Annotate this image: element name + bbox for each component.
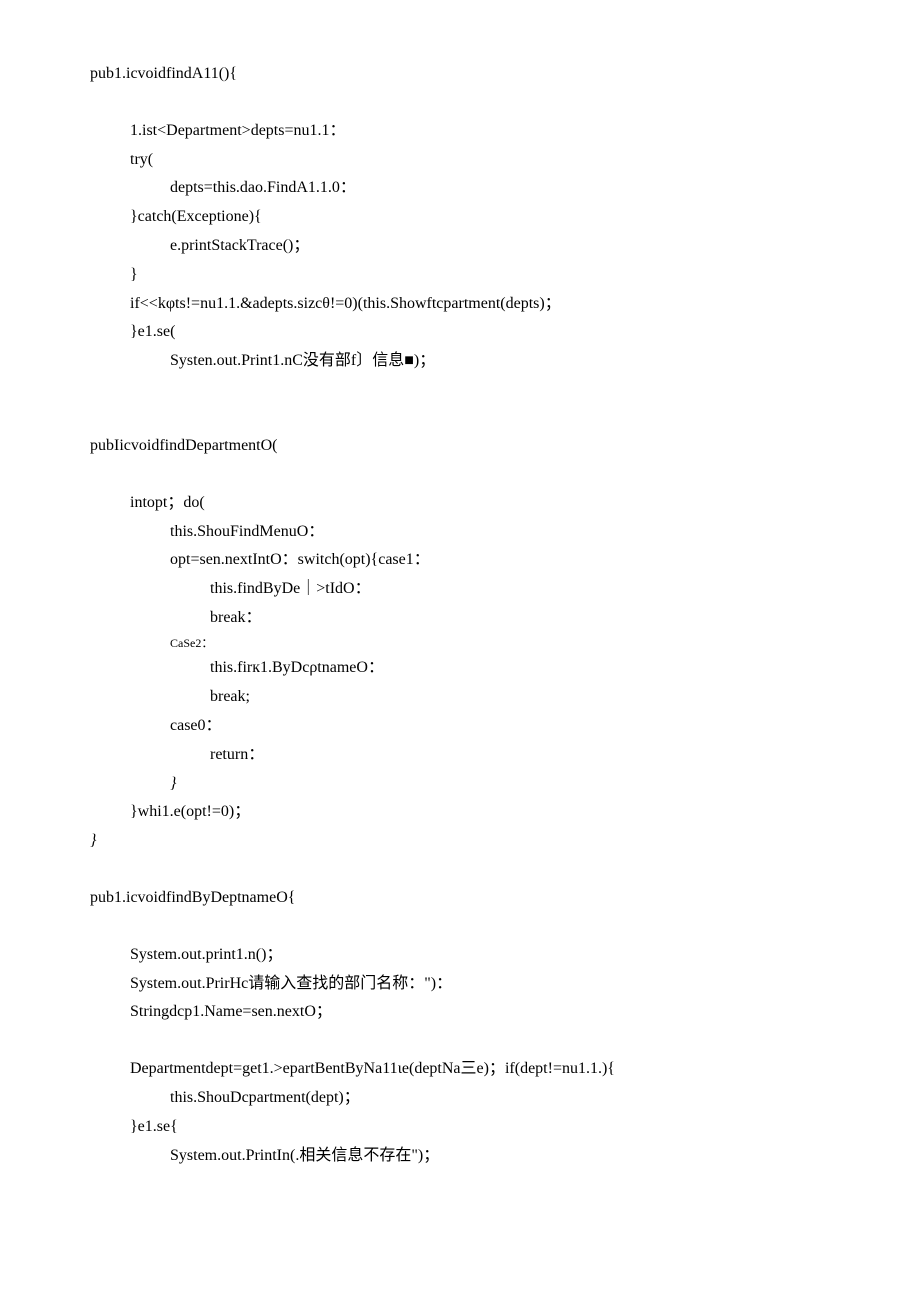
code-line: break; [90,683,830,712]
code-line: try( [90,146,830,175]
code-line: this.ShouDcpartment(dept)； [90,1084,830,1113]
code-line: }e1.se( [90,318,830,347]
code-line: } [90,770,830,799]
code-line: this.findByDe｜>tIdO： [90,575,830,604]
code-line: this.firк1.ByDcρtnameO： [90,654,830,683]
code-line: pubIicvoidfindDepartmentO( [90,432,830,461]
code-line: } [90,261,830,290]
code-line: }e1.se{ [90,1113,830,1142]
code-line: case0： [90,712,830,741]
code-line: } [90,827,830,856]
code-line: this.ShouFindMenuO： [90,518,830,547]
code-line: intopt；do( [90,489,830,518]
code-line: System.out.print1.n()； [90,941,830,970]
code-line: }whi1.e(opt!=0)； [90,798,830,827]
code-line: opt=sen.nextIntO：switch(opt){case1： [90,546,830,575]
code-line: depts=this.dao.FindA1.1.0： [90,174,830,203]
code-line: CaSe2： [90,633,830,655]
code-line: Systen.out.Print1.nC没有部f〕信息■)； [90,347,830,376]
code-line: if<<kφts!=nu1.1.&adepts.sizcθ!=0)(this.S… [90,290,830,319]
code-line: break： [90,604,830,633]
code-line: Stringdcp1.Name=sen.nextO； [90,998,830,1027]
code-line: 1.ist<Department>depts=nu1.1： [90,117,830,146]
code-line: pub1.icvoidfindByDeptnameO{ [90,884,830,913]
code-line: Departmentdept=get1.>epartBentByNa11ιe(d… [90,1055,830,1084]
code-line: return： [90,741,830,770]
code-line: pub1.icvoidfindA11(){ [90,60,830,89]
code-line: System.out.PrintIn(.相关信息不存在")； [90,1142,830,1171]
code-line: e.printStackTrace()； [90,232,830,261]
code-line: System.out.PrirHc请输入查找的部门名称：")： [90,970,830,999]
code-line: }catch(Exceptione){ [90,203,830,232]
